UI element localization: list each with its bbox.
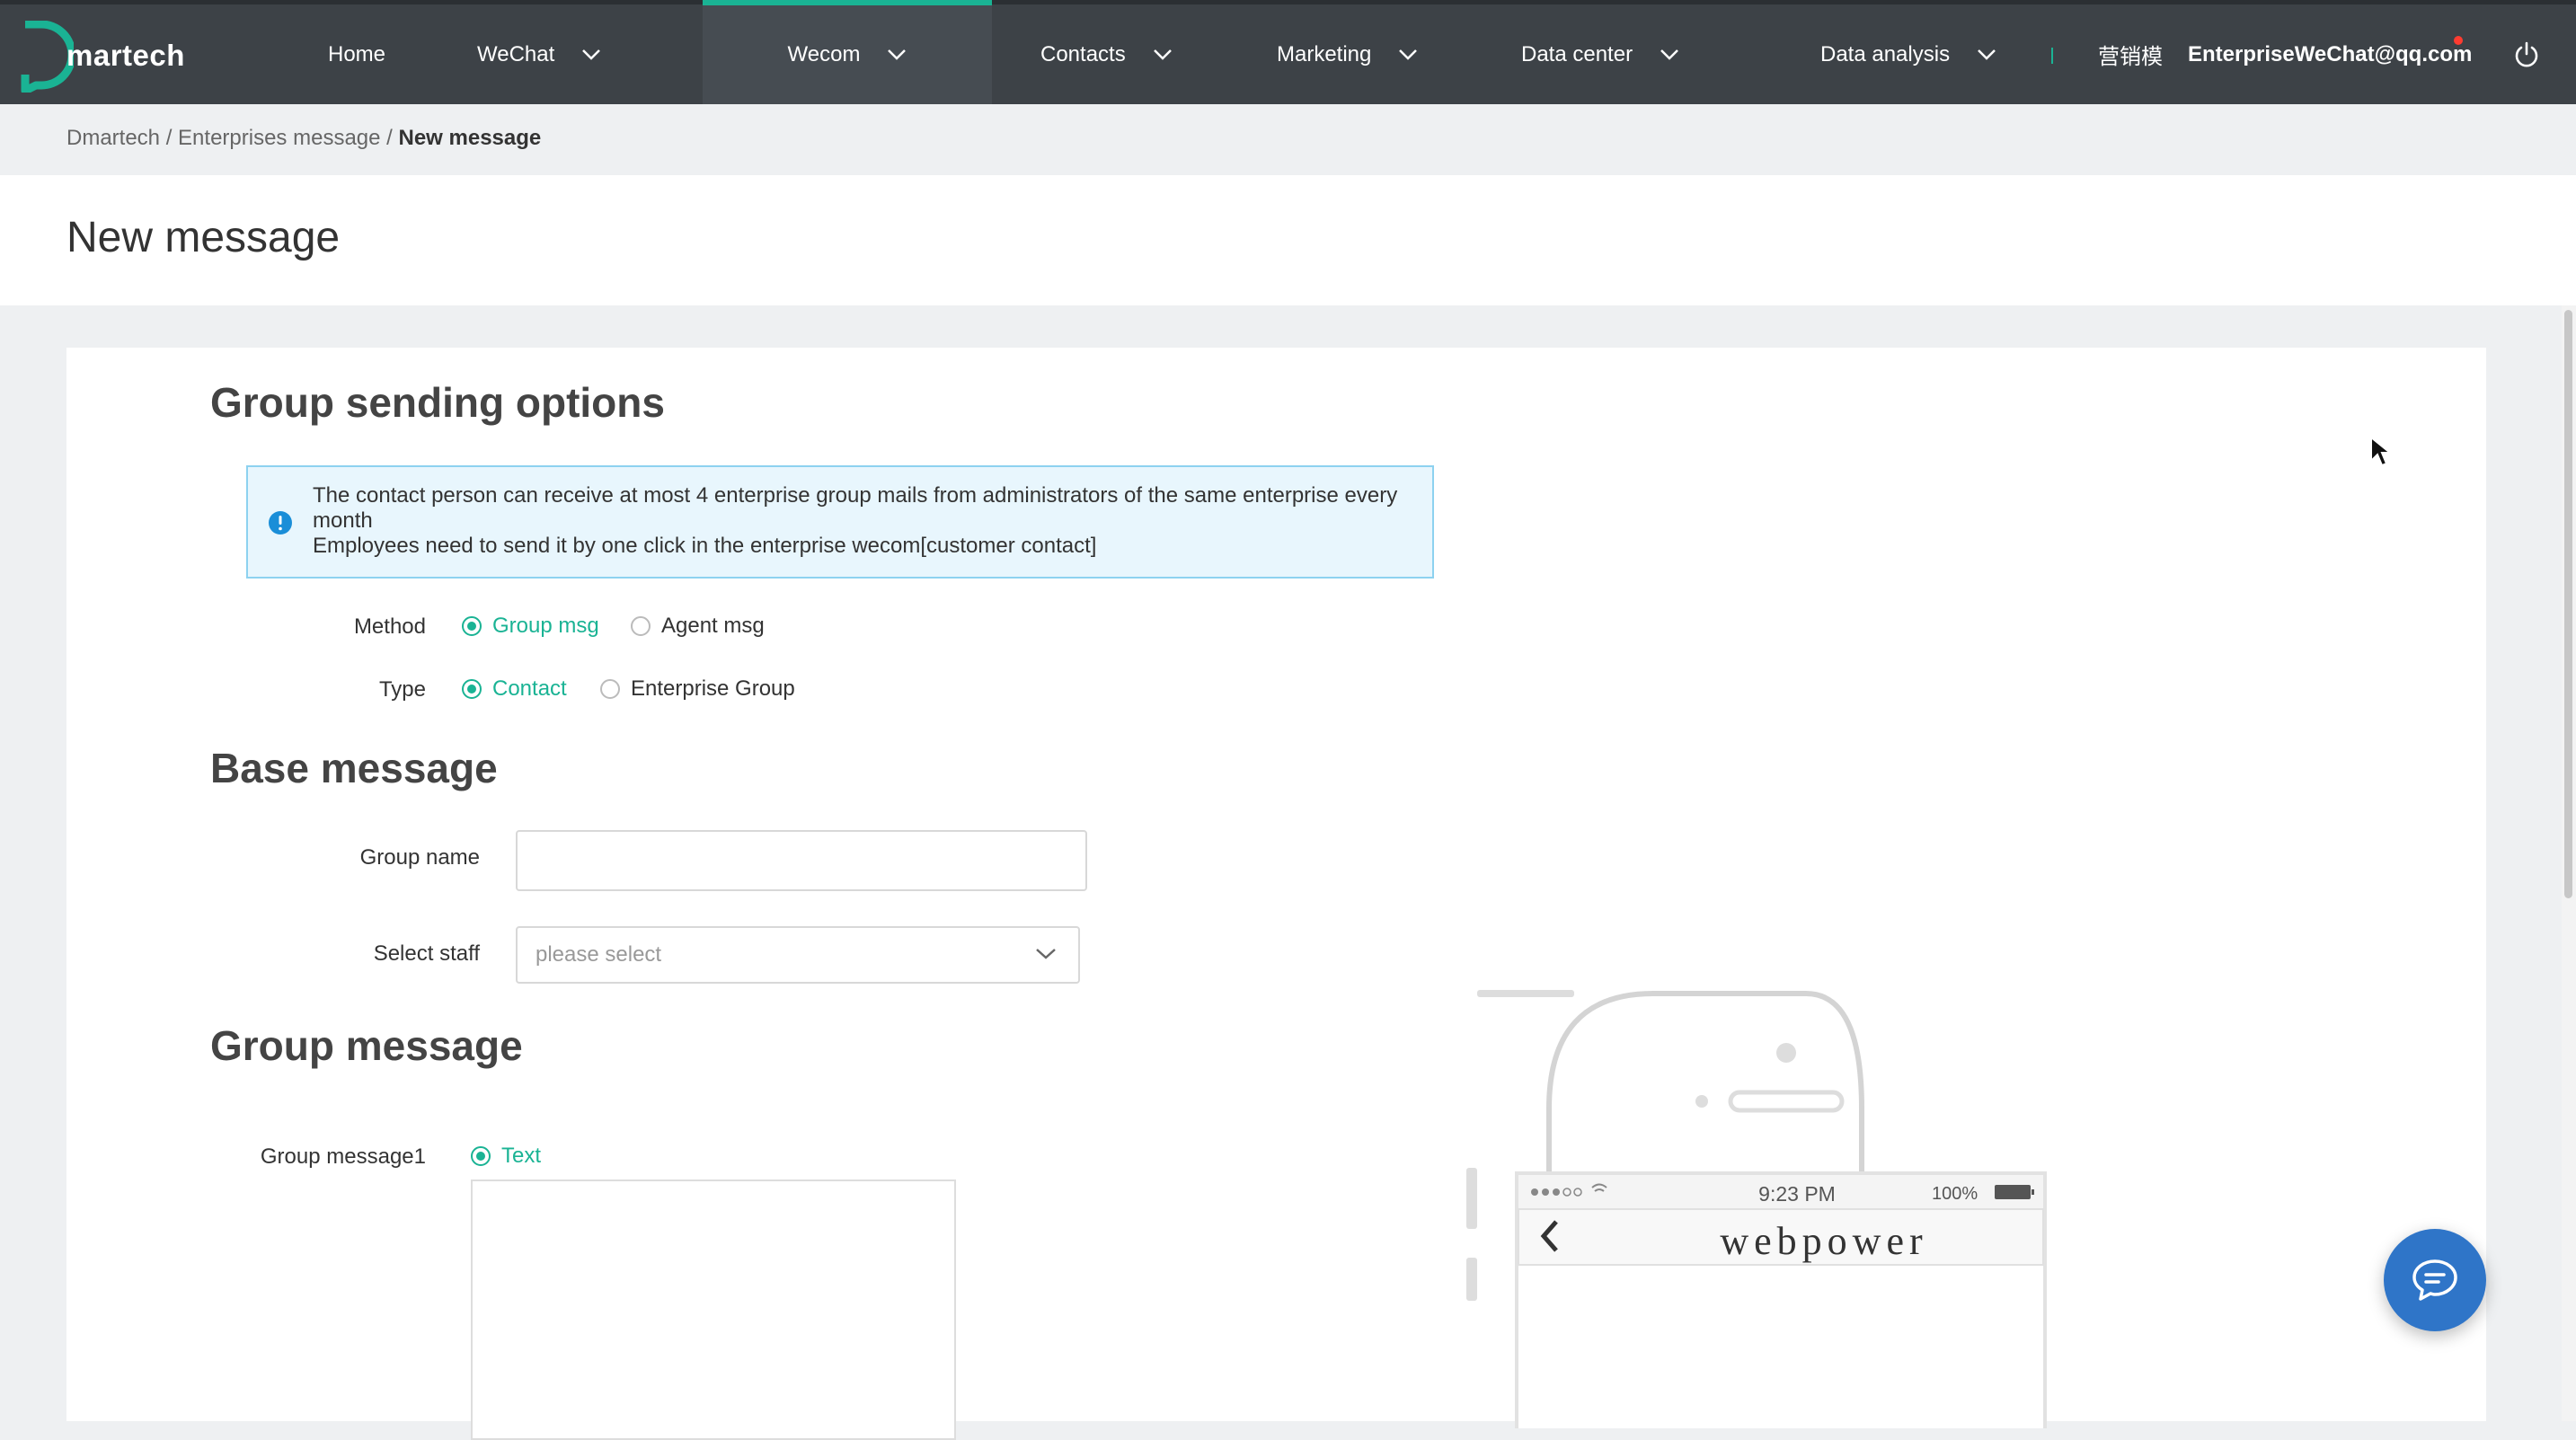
chat-fab-button[interactable] xyxy=(2384,1229,2486,1331)
page-title: New message xyxy=(66,214,341,261)
phone-battery: 100% xyxy=(1932,1184,1978,1204)
radio-contact[interactable]: Contact xyxy=(462,676,567,702)
breadcrumb: Dmartech / Enterprises message / New mes… xyxy=(66,126,541,151)
breadcrumb-current: New message xyxy=(398,126,542,150)
user-email[interactable]: EnterpriseWeChat@qq.com xyxy=(2188,4,2472,104)
nav-wecom[interactable]: Wecom xyxy=(703,0,992,104)
breadcrumb-separator: / xyxy=(386,126,393,150)
radio-label: Text xyxy=(501,1144,542,1168)
chat-bubble-icon xyxy=(2412,1259,2457,1301)
power-icon[interactable] xyxy=(2512,40,2541,69)
nav-home[interactable]: Home xyxy=(328,4,385,104)
radio-dot xyxy=(631,616,651,636)
breadcrumb-separator: / xyxy=(165,126,173,150)
account-name[interactable]: 营销模 xyxy=(2098,4,2163,104)
nav-data-analysis-label: Data analysis xyxy=(1820,41,1951,66)
select-staff-placeholder: please select xyxy=(536,942,662,967)
section-title-group-sending: Group sending options xyxy=(210,379,665,426)
type-label: Type xyxy=(378,677,426,702)
group-message1-label: Group message1 xyxy=(260,1144,426,1169)
phone-time: 9:23 PM xyxy=(1758,1182,1836,1206)
nav-wechat[interactable]: WeChat xyxy=(477,4,601,104)
section-title-group-message: Group message xyxy=(210,1022,523,1069)
chevron-down-icon xyxy=(888,49,907,60)
nav-divider xyxy=(2051,48,2053,64)
alert-line-1: The contact person can receive at most 4… xyxy=(313,483,1398,533)
nav-wechat-label: WeChat xyxy=(477,41,555,66)
radio-label: Agent msg xyxy=(661,614,765,638)
nav-contacts[interactable]: Contacts xyxy=(1040,4,1173,104)
radio-agent-msg[interactable]: Agent msg xyxy=(631,614,765,639)
radio-label: Enterprise Group xyxy=(631,676,795,701)
nav-contacts-label: Contacts xyxy=(1040,41,1126,66)
nav-marketing[interactable]: Marketing xyxy=(1277,4,1418,104)
radio-dot xyxy=(462,679,482,699)
logo-text: martech xyxy=(66,39,185,72)
nav-wecom-label: Wecom xyxy=(787,42,861,66)
radio-group-msg[interactable]: Group msg xyxy=(462,614,599,639)
logo-d-icon xyxy=(21,21,74,93)
nav-data-analysis[interactable]: Data analysis xyxy=(1820,4,1996,104)
nav-marketing-label: Marketing xyxy=(1277,41,1372,66)
radio-dot xyxy=(471,1146,491,1166)
radio-label: Contact xyxy=(492,676,567,701)
radio-dot xyxy=(600,679,620,699)
radio-enterprise-group[interactable]: Enterprise Group xyxy=(600,676,795,702)
mouse-cursor-icon xyxy=(2370,436,2391,467)
radio-label: Group msg xyxy=(492,614,599,638)
info-alert: The contact person can receive at most 4… xyxy=(246,465,1434,579)
phone-preview: 9:23 PM 100% webpower xyxy=(1402,988,2067,1436)
chevron-down-icon xyxy=(1153,49,1172,60)
section-title-base-message: Base message xyxy=(210,745,498,791)
radio-dot xyxy=(462,616,482,636)
breadcrumb-item-enterprises-message[interactable]: Enterprises message xyxy=(178,126,380,150)
group-message1-textarea[interactable] xyxy=(471,1179,956,1440)
chevron-down-icon xyxy=(582,49,601,60)
group-name-input[interactable] xyxy=(516,830,1087,891)
top-nav-bar: martech Home WeChat Wecom Contacts Marke… xyxy=(0,0,2576,104)
chevron-down-icon xyxy=(1978,49,1996,60)
chevron-down-icon xyxy=(1036,949,1056,959)
breadcrumb-item-dmartech[interactable]: Dmartech xyxy=(66,126,160,150)
nav-data-center[interactable]: Data center xyxy=(1521,4,1679,104)
chevron-down-icon xyxy=(1399,49,1418,60)
form-card: Group sending options The contact person… xyxy=(66,348,2486,1440)
scrollbar-thumb[interactable] xyxy=(2564,310,2572,898)
select-staff-label: Select staff xyxy=(373,941,480,966)
nav-data-center-label: Data center xyxy=(1521,41,1633,66)
phone-frame-icon xyxy=(1466,990,2047,1436)
notification-dot xyxy=(2454,36,2463,45)
radio-text[interactable]: Text xyxy=(471,1144,541,1169)
chevron-down-icon xyxy=(1660,49,1678,60)
group-name-label: Group name xyxy=(359,845,480,870)
phone-brand: webpower xyxy=(1720,1219,1928,1263)
select-staff-dropdown[interactable]: please select xyxy=(516,926,1080,984)
alert-line-2: Employees need to send it by one click i… xyxy=(313,534,1097,558)
nav-home-label: Home xyxy=(328,41,386,66)
method-label: Method xyxy=(353,614,426,639)
info-icon xyxy=(269,511,292,534)
page-header: New message xyxy=(0,175,2576,305)
